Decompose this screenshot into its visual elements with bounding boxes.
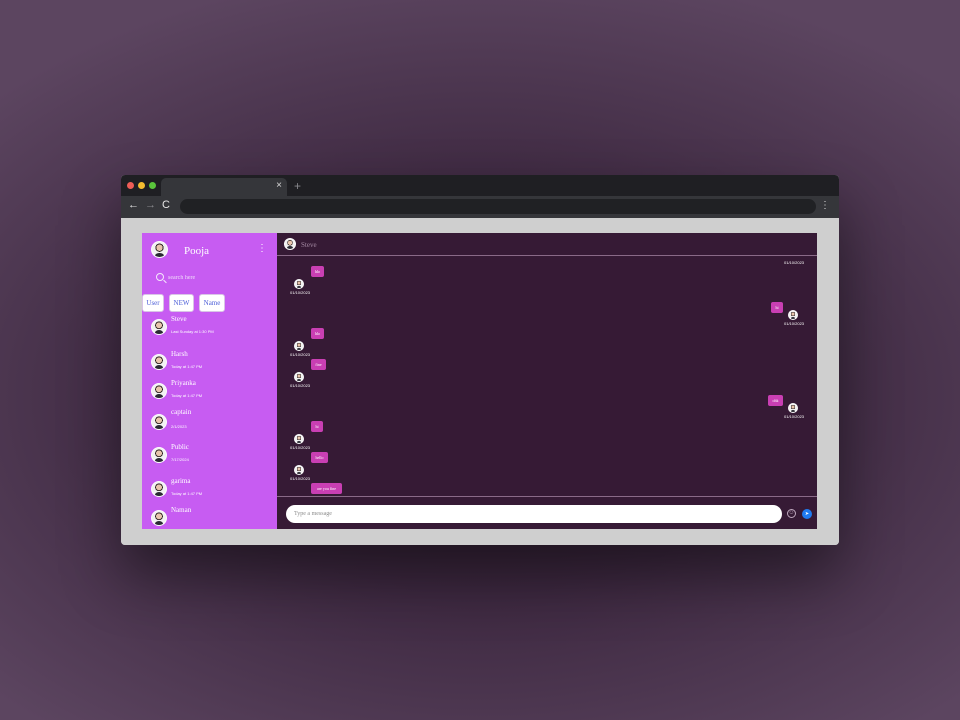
search-bar (154, 271, 269, 285)
message-bubble: fine (311, 359, 326, 370)
contact-avatar (151, 414, 167, 430)
message-avatar (294, 465, 304, 475)
reload-icon[interactable]: C (162, 199, 170, 211)
contact-item-public[interactable]: Public 7/17/2024 (142, 443, 277, 473)
message-bubble: hello (311, 452, 328, 463)
contact-name: captain (171, 408, 192, 416)
message-bubble: are you fine (311, 483, 342, 494)
contact-avatar (151, 481, 167, 497)
send-icon[interactable]: ➤ (802, 509, 812, 519)
close-window-button[interactable] (127, 182, 134, 189)
contact-time: Today at 1:47 PM (171, 491, 203, 496)
contact-item-harsh[interactable]: Harsh Today at 1:47 PM (142, 350, 277, 380)
browser-window: × + ← → C ⋮ Pooja ⋮ User NEW Name (121, 175, 839, 545)
contact-time: Last Sunday at 1:30 PM (171, 329, 214, 334)
new-tab-icon[interactable]: + (294, 179, 301, 193)
contact-name: Steve (171, 315, 187, 323)
contact-name: Priyanka (171, 379, 196, 387)
message-avatar (788, 403, 798, 413)
contact-item-steve[interactable]: Steve Last Sunday at 1:30 PM (142, 315, 277, 345)
message-list: 01/10/2023 hlo 01/10/2023 hi 01/10/2023 … (277, 257, 817, 495)
profile-avatar[interactable] (151, 241, 168, 258)
maximize-window-button[interactable] (149, 182, 156, 189)
profile-name: Pooja (184, 245, 210, 257)
message-bubble: hlo (311, 266, 324, 277)
message-avatar (294, 434, 304, 444)
search-input[interactable] (168, 271, 268, 285)
contact-item-garima[interactable]: garima Today at 1:47 PM (142, 477, 277, 507)
contact-avatar (151, 510, 167, 526)
emoji-icon[interactable]: ☺ (787, 509, 796, 518)
page-viewport: Pooja ⋮ User NEW Name Steve Last Sunday … (121, 218, 839, 545)
contact-time: 7/17/2024 (171, 457, 189, 462)
message-avatar (294, 341, 304, 351)
chat-contact-name: Steve (301, 241, 317, 249)
filter-name-button[interactable]: Name (199, 294, 225, 312)
chat-app: Pooja ⋮ User NEW Name Steve Last Sunday … (142, 233, 817, 529)
message-time: 01/10/2023 (290, 445, 311, 450)
message-time: 01/10/2023 (290, 383, 311, 388)
filter-new-button[interactable]: NEW (169, 294, 194, 312)
contact-name: Public (171, 443, 189, 451)
contact-item-priyanka[interactable]: Priyanka Today at 1:47 PM (142, 379, 277, 409)
message-avatar (294, 372, 304, 382)
search-icon (156, 273, 164, 281)
back-arrow-icon[interactable]: ← (128, 199, 139, 211)
close-tab-icon[interactable]: × (276, 180, 282, 191)
filter-user-button[interactable]: User (142, 294, 164, 312)
message-bubble: hi (311, 421, 323, 432)
title-bar: × + (121, 175, 839, 196)
contact-item-captain[interactable]: captain 2/1/2023 (142, 408, 277, 438)
message-time: 01/10/2023 (290, 290, 311, 295)
message-bubble: ohk (768, 395, 783, 406)
contact-time: 2/1/2023 (171, 424, 187, 429)
contact-avatar (151, 354, 167, 370)
message-bubble: hi (771, 302, 783, 313)
address-bar[interactable] (180, 199, 816, 214)
contact-avatar (151, 319, 167, 335)
message-avatar (788, 310, 798, 320)
message-time: 01/10/2023 (290, 476, 311, 481)
contact-name: Naman (171, 506, 192, 514)
contact-name: garima (171, 477, 191, 485)
sidebar: Pooja ⋮ User NEW Name Steve Last Sunday … (142, 233, 277, 529)
contact-time: Today at 1:47 PM (171, 393, 203, 398)
message-time: 01/10/2023 (784, 414, 805, 419)
browser-tab[interactable]: × (161, 178, 287, 196)
contact-item-naman[interactable]: Naman (142, 506, 277, 529)
contact-avatar (151, 447, 167, 463)
message-bubble: hlo (311, 328, 324, 339)
sidebar-menu-icon[interactable]: ⋮ (257, 244, 267, 254)
chat-panel: Steve 01/10/2023 hlo 01/10/2023 hi 01/10… (277, 233, 817, 529)
composer: ☺ ➤ (277, 496, 817, 529)
contact-time: Today at 1:47 PM (171, 364, 203, 369)
forward-arrow-icon[interactable]: → (145, 199, 156, 211)
message-time: 01/10/2023 (784, 260, 805, 265)
message-avatar (294, 279, 304, 289)
chat-contact-avatar[interactable] (284, 238, 296, 250)
message-time: 01/10/2023 (784, 321, 805, 326)
contact-avatar (151, 383, 167, 399)
navigation-bar: ← → C ⋮ (121, 196, 839, 218)
minimize-window-button[interactable] (138, 182, 145, 189)
contact-name: Harsh (171, 350, 188, 358)
message-time: 01/10/2023 (290, 352, 311, 357)
message-input[interactable] (286, 505, 782, 523)
chat-header: Steve (277, 233, 817, 256)
browser-menu-icon[interactable]: ⋮ (820, 200, 830, 211)
